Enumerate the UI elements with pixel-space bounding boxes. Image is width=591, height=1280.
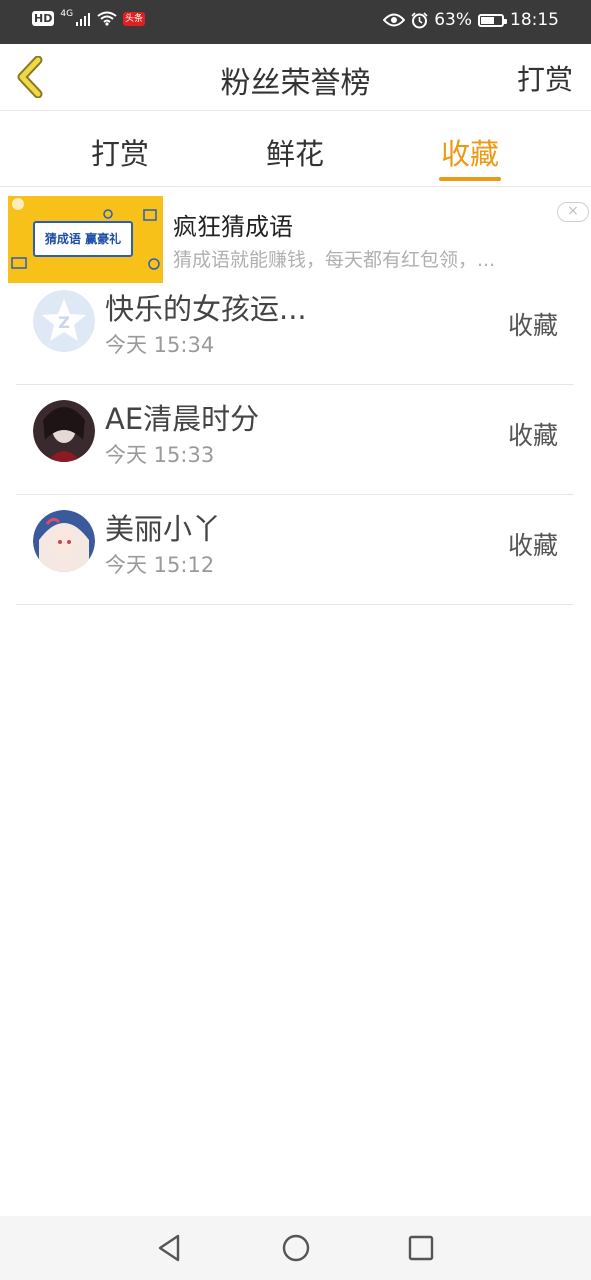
tab-collect[interactable]: 收藏 (420, 131, 520, 173)
svg-text:Z: Z (58, 313, 70, 332)
title-bar: 粉丝荣誉榜 打赏 (0, 44, 591, 111)
active-tab-indicator (439, 177, 501, 181)
ad-close-button[interactable]: × (557, 202, 589, 222)
battery-percent: 63% (434, 10, 472, 30)
status-bar: HD 4G 头条 63% 18:15 (0, 0, 591, 44)
circle-home-icon[interactable] (281, 1233, 311, 1263)
network-label: 4G (60, 8, 74, 19)
list-item[interactable]: 美丽小丫 今天 15:12 收藏 (16, 495, 574, 605)
signal-icon (76, 12, 91, 26)
list-item[interactable]: AE清晨时分 今天 15:33 收藏 (16, 385, 574, 495)
status-left: HD 4G 头条 (32, 8, 146, 26)
list-item[interactable]: Z 快乐的女孩运... 今天 15:34 收藏 (16, 275, 574, 385)
action-label: 收藏 (507, 421, 558, 450)
avatar (33, 510, 95, 572)
timestamp: 今天 15:34 (105, 333, 215, 357)
ad-description: 猜成语就能赚钱，每天都有红包领，... (173, 249, 496, 271)
avatar (33, 400, 95, 462)
page-title: 粉丝荣誉榜 (220, 66, 371, 101)
ad-image-board: 猜成语 赢豪礼 (33, 221, 133, 257)
square-recent-icon[interactable] (407, 1233, 435, 1263)
timestamp: 今天 15:12 (105, 553, 215, 577)
user-name: 快乐的女孩运... (105, 292, 307, 326)
clock: 18:15 (510, 10, 559, 30)
status-right: 63% 18:15 (383, 10, 559, 30)
ad-banner[interactable]: 猜成语 赢豪礼 疯狂猜成语 猜成语就能赚钱，每天都有红包领，... × (0, 193, 591, 285)
tab-flowers[interactable]: 鲜花 (245, 131, 345, 173)
user-name: 美丽小丫 (105, 512, 222, 546)
tip-button[interactable]: 打赏 (517, 58, 573, 98)
action-label: 收藏 (507, 311, 558, 340)
ad-image: 猜成语 赢豪礼 (8, 196, 163, 283)
avatar: Z (33, 290, 95, 352)
tab-bar: 打赏 鲜花 收藏 (0, 111, 591, 187)
toutiao-app-icon: 头条 (123, 11, 146, 26)
battery-icon (478, 13, 507, 27)
eye-icon (383, 13, 406, 27)
alarm-icon (411, 11, 428, 28)
timestamp: 今天 15:33 (105, 443, 215, 467)
tab-tip[interactable]: 打赏 (70, 131, 170, 173)
action-label: 收藏 (507, 531, 558, 560)
ad-title: 疯狂猜成语 (173, 213, 293, 241)
hd-badge: HD (32, 11, 55, 26)
user-name: AE清晨时分 (105, 402, 260, 436)
system-nav-bar (0, 1216, 591, 1280)
wifi-icon (97, 11, 117, 26)
battery-fill (481, 16, 494, 24)
triangle-back-icon[interactable] (156, 1233, 182, 1263)
